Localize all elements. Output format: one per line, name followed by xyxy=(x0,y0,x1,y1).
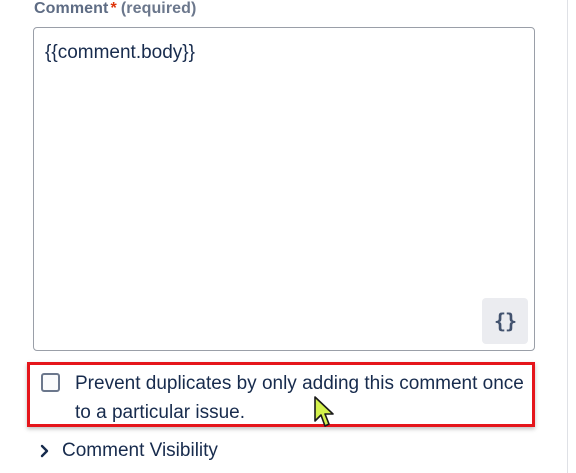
smart-values-button[interactable]: {} xyxy=(482,298,528,344)
comment-textarea[interactable]: {{comment.body}} {} xyxy=(33,27,535,351)
comment-visibility-label: Comment Visibility xyxy=(62,440,218,461)
required-star: * xyxy=(110,0,117,17)
comment-textarea-value: {{comment.body}} xyxy=(45,42,195,63)
comment-visibility-toggle[interactable]: Comment Visibility xyxy=(38,438,218,464)
required-text: (required) xyxy=(120,0,197,17)
panel-divider xyxy=(567,0,568,473)
mouse-cursor-icon xyxy=(314,396,334,427)
comment-action-panel: Comment * (required) {{comment.body}} {} P… xyxy=(0,0,576,473)
comment-label-text: Comment xyxy=(34,0,109,17)
comment-field-label: Comment * (required) xyxy=(34,0,196,18)
prevent-duplicates-label[interactable]: Prevent duplicates by only adding this c… xyxy=(75,369,530,427)
chevron-right-icon xyxy=(40,444,49,458)
prevent-duplicates-checkbox[interactable] xyxy=(41,373,60,392)
curly-braces-icon: {} xyxy=(493,309,517,333)
